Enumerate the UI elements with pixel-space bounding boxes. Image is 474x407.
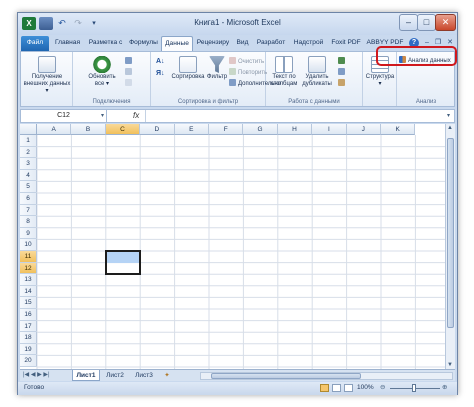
filter-funnel-icon [209, 56, 225, 73]
database-icon [38, 56, 56, 73]
vertical-scrollbar[interactable]: ▲ ▼ [445, 124, 455, 369]
name-box-dropdown-icon[interactable]: ▾ [101, 110, 104, 122]
remove-duplicates-button[interactable]: Удалить дубликаты [300, 56, 334, 88]
sheet-tab-2[interactable]: Лист2 [101, 370, 129, 381]
title-bar: X ↶ ↷ ▾ Книга1 - Microsoft Excel – □ ✕ [18, 13, 457, 35]
status-ready: Готово [24, 384, 45, 391]
filter-button[interactable]: Фильтр [206, 56, 228, 81]
remove-duplicates-icon [308, 56, 326, 73]
refresh-label-2: все ▾ [94, 81, 110, 87]
group-connections-label: Подключения [92, 99, 131, 105]
text-to-columns-button[interactable]: Текст по столбцам [269, 56, 299, 88]
consolidate-icon[interactable] [338, 68, 347, 77]
selected-range[interactable] [104, 250, 142, 276]
get-external-data-button[interactable]: Получение внешних данных ▾ [23, 56, 71, 95]
gridlines [36, 135, 445, 369]
refresh-label-1: Обновить [88, 74, 116, 80]
excel-window: X ↶ ↷ ▾ Книга1 - Microsoft Excel – □ ✕ Ф… [17, 12, 458, 395]
group-sort-filter-label: Сортировка и фильтр [177, 99, 239, 105]
what-if-icon[interactable] [338, 79, 347, 88]
sheet-tab-3[interactable]: Лист3 [130, 370, 158, 381]
text-to-columns-label-2: столбцам [270, 81, 298, 87]
properties-icon[interactable] [125, 68, 134, 77]
zoom-in-icon[interactable]: ⊕ [442, 382, 447, 394]
window-title: Книга1 - Microsoft Excel [194, 18, 281, 27]
get-external-label-2: внешних данных ▾ [23, 81, 71, 94]
tab-data[interactable]: Данные [161, 36, 193, 51]
status-bar: Готово 100% ⊖ ⊕ [18, 382, 457, 395]
connections-icon[interactable] [125, 57, 134, 66]
spreadsheet-grid[interactable]: ABCDEFGHIJK 1 2 3 4 5 6 7 8 9 10 11 12 13 14 15 16 17 18 1… [20, 124, 445, 369]
sort-button[interactable]: Сортировка [171, 56, 205, 81]
reapply-label: Повторить [238, 70, 268, 76]
group-get-external: Получение внешних данных ▾ [21, 52, 73, 106]
analysis-highlight-frame [376, 46, 457, 66]
new-sheet-icon[interactable]: ✦ [160, 370, 174, 381]
zoom-level[interactable]: 100% [357, 382, 374, 394]
scroll-up-arrow[interactable]: ▲ [447, 125, 453, 131]
sheet-tabs-bar: |◀ ◀ ▶ ▶| Лист1 Лист2 Лист3 ✦ [20, 369, 455, 381]
sort-az-icon[interactable]: A↓ [156, 57, 165, 66]
sort-za-icon[interactable]: Я↓ [156, 69, 165, 78]
function-icon[interactable]: fx [133, 110, 139, 122]
sheet-tab-1[interactable]: Лист1 [72, 370, 100, 381]
horizontal-scroll-thumb[interactable] [211, 373, 361, 379]
maximize-button[interactable]: □ [417, 14, 436, 31]
tab-view[interactable]: Вид [233, 36, 252, 51]
group-connections: Обновить все ▾ Подключения [73, 52, 151, 106]
group-data-tools: Текст по столбцам Удалить дубликаты Рабо… [266, 52, 363, 106]
filter-label: Фильтр [206, 74, 228, 80]
tab-file[interactable]: Файл [21, 36, 49, 51]
outline-label: Структура [365, 74, 395, 80]
view-normal-icon[interactable] [320, 384, 329, 392]
sort-icon [179, 56, 197, 73]
sheet-nav-icon[interactable]: |◀ ◀ ▶ ▶| [23, 370, 50, 381]
formula-bar: C12 ▾ fx ▾ [20, 109, 455, 123]
outline-dropdown-icon: ▾ [378, 81, 382, 87]
tab-formulas[interactable]: Формулы [127, 36, 160, 51]
text-to-columns-label-1: Текст по [272, 74, 296, 80]
formula-input[interactable] [145, 110, 445, 122]
close-button[interactable]: ✕ [435, 14, 456, 31]
scroll-down-arrow[interactable]: ▼ [447, 362, 453, 368]
horizontal-scrollbar[interactable] [200, 372, 453, 380]
zoom-slider-thumb[interactable] [412, 384, 416, 392]
view-page-layout-icon[interactable] [332, 384, 341, 392]
tab-page-layout[interactable]: Разметка с [85, 36, 126, 51]
data-validation-icon[interactable] [338, 57, 347, 66]
tab-foxit-pdf[interactable]: Foxit PDF [328, 36, 364, 51]
vertical-scroll-thumb[interactable] [447, 138, 454, 328]
remove-duplicates-label-2: дубликаты [302, 81, 332, 87]
refresh-all-button[interactable]: Обновить все ▾ [85, 56, 119, 88]
sort-label: Сортировка [171, 74, 205, 80]
remove-duplicates-label-1: Удалить [305, 74, 329, 80]
tab-addins[interactable]: Надстрой [290, 36, 327, 51]
group-data-tools-label: Работа с данными [288, 99, 340, 105]
get-external-label-1: Получение [31, 74, 63, 80]
tab-review[interactable]: Рецензиру [194, 36, 232, 51]
clear-label: Очистить [238, 59, 265, 65]
clear-filter-button[interactable]: Очистить [229, 57, 264, 66]
view-page-break-icon[interactable] [344, 384, 353, 392]
edit-links-icon[interactable] [125, 79, 134, 88]
tab-developer[interactable]: Разработ [253, 36, 289, 51]
expand-formula-bar-icon[interactable]: ▾ [447, 110, 450, 122]
zoom-out-icon[interactable]: ⊖ [380, 382, 385, 394]
name-box[interactable]: C12 [21, 110, 107, 122]
refresh-icon [93, 56, 111, 73]
text-to-columns-icon [275, 56, 293, 73]
group-analysis-label: Анализ [415, 99, 437, 105]
tab-home[interactable]: Главная [51, 36, 84, 51]
minimize-button[interactable]: – [399, 14, 418, 31]
reapply-filter-button[interactable]: Повторить [229, 68, 267, 77]
group-sort-filter: A↓ Я↓ Сортировка Фильтр Очистить Повтори… [151, 52, 281, 106]
